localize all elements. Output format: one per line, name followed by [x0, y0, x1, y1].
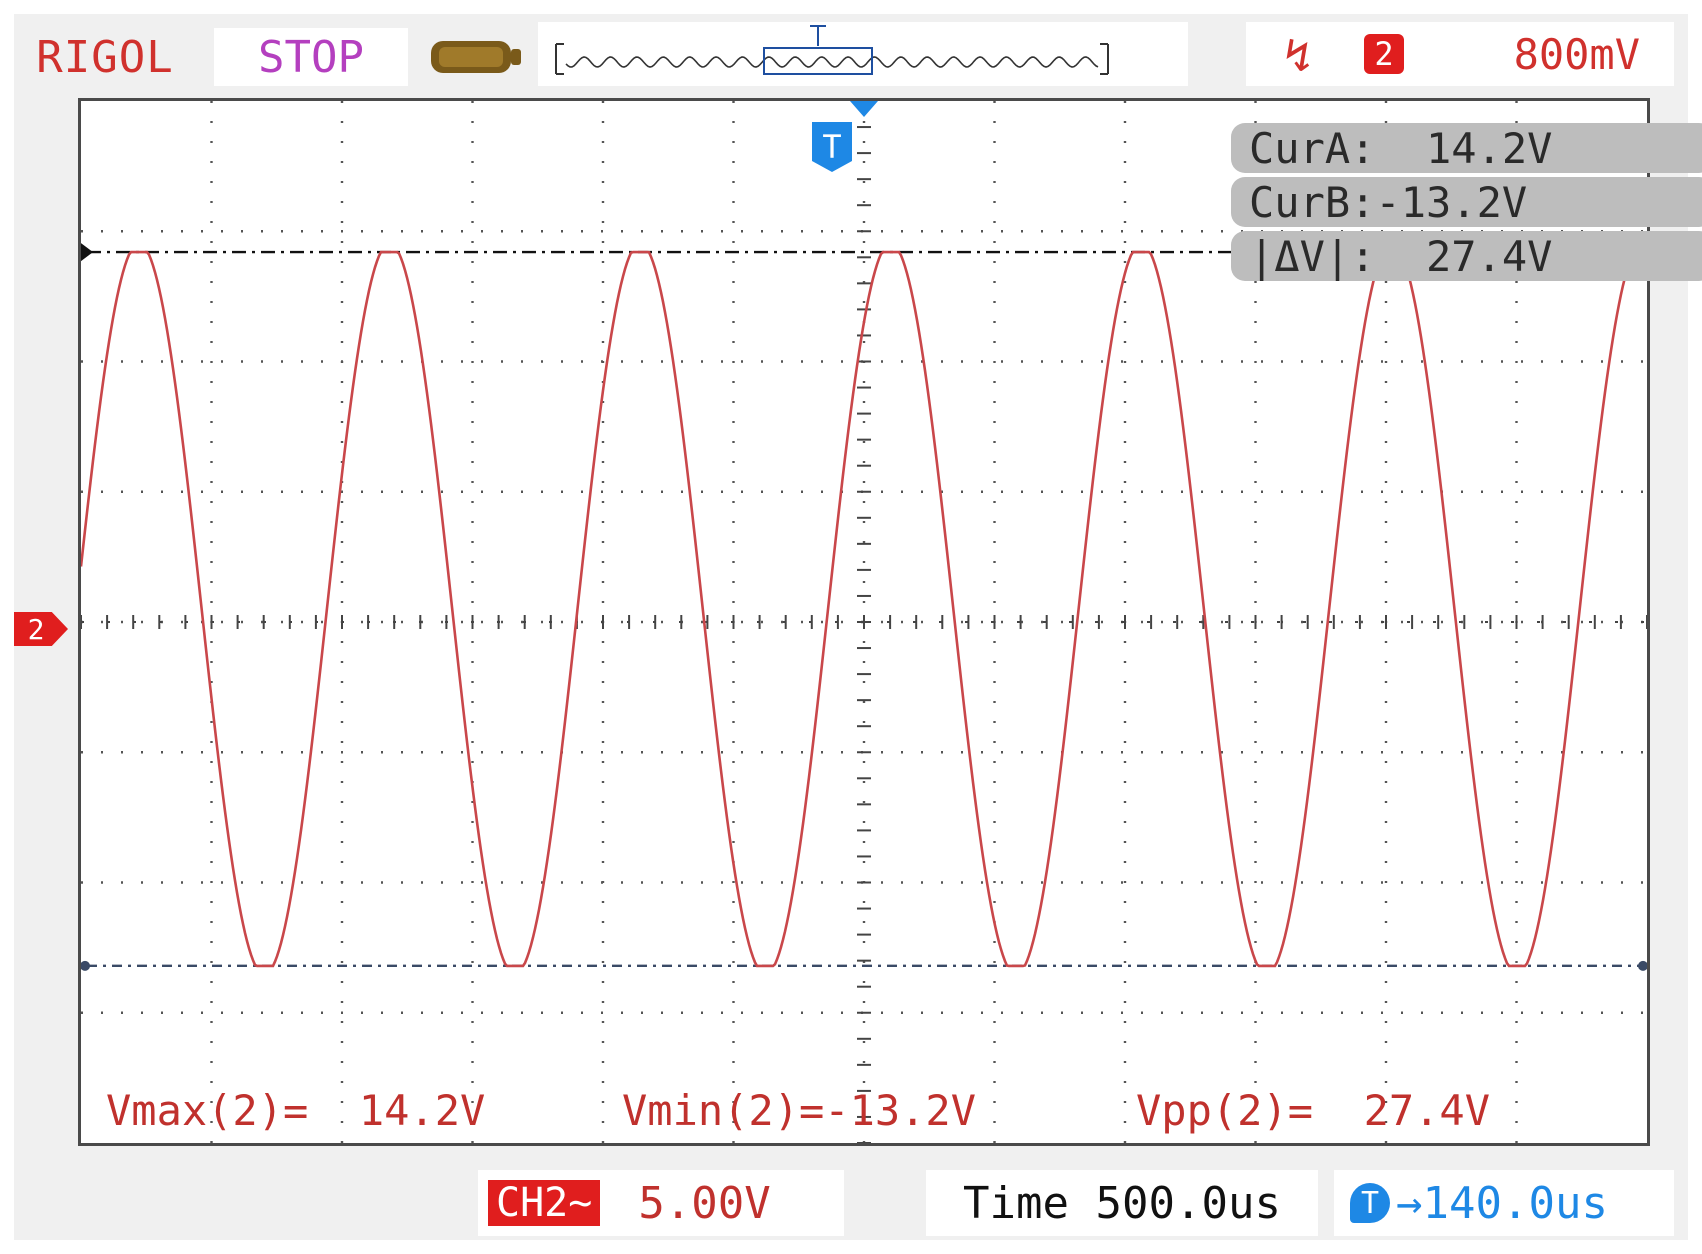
channel-scale-panel[interactable]: CH2~ 5.00V: [478, 1170, 844, 1236]
time-base[interactable]: Time 500.0us: [926, 1170, 1318, 1236]
measure-vmin: Vmin(2)=-13.2V: [622, 1086, 977, 1135]
cursor-a-left-arrow: [81, 243, 93, 262]
trigger-offset-value: 140.0us: [1422, 1177, 1608, 1229]
cursor-a-readout: CurA: 14.2V: [1231, 123, 1702, 173]
trigger-offset-panel[interactable]: T → 140.0us: [1334, 1170, 1674, 1236]
memory-waveform-icon: [555, 25, 1109, 75]
memory-depth-bar[interactable]: [538, 22, 1188, 86]
run-status-button[interactable]: STOP: [214, 28, 408, 86]
cursor-b-readout: CurB:-13.2V: [1231, 177, 1702, 227]
channel-2-trace: [81, 250, 1647, 968]
trigger-level: 800mV: [1513, 30, 1640, 79]
waveform-display[interactable]: CurA: 14.2V CurB:-13.2V |ΔV|: 27.4V: [78, 98, 1702, 1146]
rising-edge-icon: ↯: [1284, 28, 1312, 82]
volts-per-div: 5.00V: [638, 1177, 771, 1229]
measure-vpp: Vpp(2)= 27.4V: [1136, 1086, 1491, 1135]
brand-logo: RIGOL: [36, 31, 174, 83]
cursor-b-left-dot: [81, 960, 90, 971]
trigger-source-badge: 2: [1364, 34, 1404, 74]
trigger-top-arrow: [850, 101, 878, 117]
measure-vmax: Vmax(2)= 14.2V: [106, 1086, 486, 1135]
cursor-b-right-dot: [1638, 960, 1647, 971]
trigger-arrow-icon: →: [1396, 1177, 1423, 1229]
channel-label: CH2~: [488, 1180, 601, 1226]
trigger-status-panel[interactable]: ↯ 2 800mV: [1246, 22, 1674, 86]
battery-icon: [420, 28, 530, 86]
trigger-offset-icon: T: [1350, 1183, 1390, 1223]
cursor-delta-readout: |ΔV|: 27.4V: [1231, 231, 1702, 281]
